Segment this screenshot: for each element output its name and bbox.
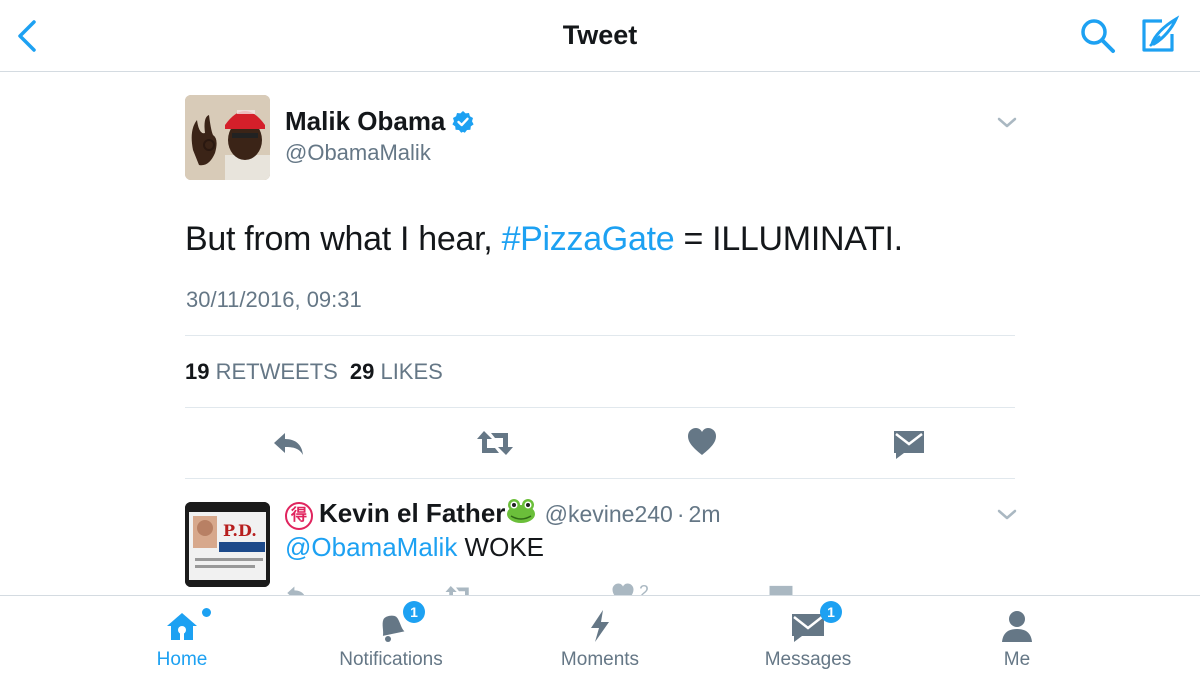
divider (185, 478, 1015, 479)
reply-icon (287, 586, 305, 596)
notifications-badge: 1 (403, 601, 425, 623)
frog-emoji-icon (507, 499, 536, 523)
tab-notifications-label: Notifications (339, 649, 443, 670)
verified-badge-icon (452, 111, 474, 133)
direct-message-button[interactable] (892, 426, 928, 460)
top-nav-bar: Tweet (0, 0, 1200, 72)
envelope-icon (769, 585, 793, 596)
compose-icon (1142, 15, 1180, 52)
reply-button[interactable] (271, 426, 307, 460)
mention-link[interactable]: @ObamaMalik (285, 532, 457, 562)
tweet-options-button[interactable] (995, 113, 1019, 133)
avatar-image: P.D. (185, 502, 270, 587)
meta-separator: · (676, 501, 685, 527)
reply-options-button[interactable] (995, 505, 1019, 525)
tab-home[interactable]: Home (82, 596, 282, 675)
tab-messages[interactable]: 1 Messages (708, 596, 908, 675)
tab-moments-label: Moments (560, 649, 640, 670)
envelope-icon (894, 431, 924, 459)
page-title: Tweet (562, 20, 638, 50)
retweet-icon (477, 431, 513, 455)
hashtag-link[interactable]: #PizzaGate (502, 220, 675, 258)
tab-me[interactable]: Me (917, 596, 1117, 675)
search-icon (1081, 19, 1115, 53)
engagement-stats: 19 RETWEETS 29 LIKES (185, 359, 443, 385)
lightning-icon (591, 610, 609, 642)
author-name[interactable]: Malik Obama (285, 106, 445, 137)
heart-icon (688, 428, 716, 455)
retweet-button[interactable] (475, 426, 515, 460)
reply-author-name[interactable]: Kevin el Father (319, 498, 505, 528)
chevron-down-icon (997, 509, 1017, 520)
emoji-badge: 得 (285, 502, 313, 530)
tab-me-label: Me (1003, 649, 1031, 670)
divider (185, 407, 1015, 408)
likes-stat[interactable]: 29 LIKES (350, 359, 443, 384)
retweets-label: RETWEETS (215, 359, 338, 384)
tab-notifications[interactable]: 1 Notifications (291, 596, 491, 675)
chevron-down-icon (997, 117, 1017, 128)
tweet-text-end: = ILLUMINATI. (674, 220, 903, 258)
reply-author-handle[interactable]: @kevine240 (545, 501, 673, 527)
tweet-text: But from what I hear, #PizzaGate = ILLUM… (185, 220, 903, 259)
search-button[interactable] (1078, 16, 1118, 56)
reply-time: 2m (688, 501, 721, 527)
reply-icon (274, 433, 303, 455)
svg-text:P.D.: P.D. (223, 521, 257, 540)
messages-badge: 1 (820, 601, 842, 623)
likes-count: 29 (349, 359, 375, 384)
reply-retweet-button[interactable] (444, 582, 474, 596)
reply-reply-button[interactable] (285, 582, 309, 596)
retweets-count: 19 (185, 359, 210, 384)
like-button[interactable] (686, 426, 722, 460)
tab-messages-label: Messages (764, 649, 852, 670)
reply-text: @ObamaMalik WOKE (285, 532, 544, 563)
tab-home-label: Home (156, 649, 208, 670)
person-icon (1002, 611, 1032, 642)
retweet-icon (445, 586, 469, 596)
reply-author-avatar[interactable]: P.D. (185, 502, 270, 587)
tab-moments[interactable]: Moments (500, 596, 700, 675)
compose-tweet-button[interactable] (1138, 14, 1182, 56)
tweet-timestamp: 30/11/2016, 09:31 (186, 287, 362, 312)
tweet-text-start: But from what I hear, (185, 220, 502, 258)
author-avatar[interactable] (185, 95, 270, 180)
reply-dm-button[interactable] (768, 582, 794, 596)
home-new-dot (202, 608, 211, 617)
heart-icon (612, 583, 634, 596)
reply-like-button[interactable]: 2 (611, 582, 657, 596)
home-icon (167, 613, 197, 640)
reply-body: WOKE (457, 532, 544, 562)
avatar-image (185, 95, 270, 180)
reply-like-count: 2 (639, 582, 650, 596)
likes-label: LIKES (380, 359, 443, 384)
retweets-stat[interactable]: 19 RETWEETS (185, 359, 338, 384)
reply-header: 得 Kevin el Father @kevine240 · 2m (285, 498, 720, 530)
bottom-tab-bar: Home 1 Notifications Moments 1 Messages … (0, 595, 1200, 675)
divider (185, 335, 1015, 336)
author-handle[interactable]: @ObamaMalik (285, 140, 431, 166)
